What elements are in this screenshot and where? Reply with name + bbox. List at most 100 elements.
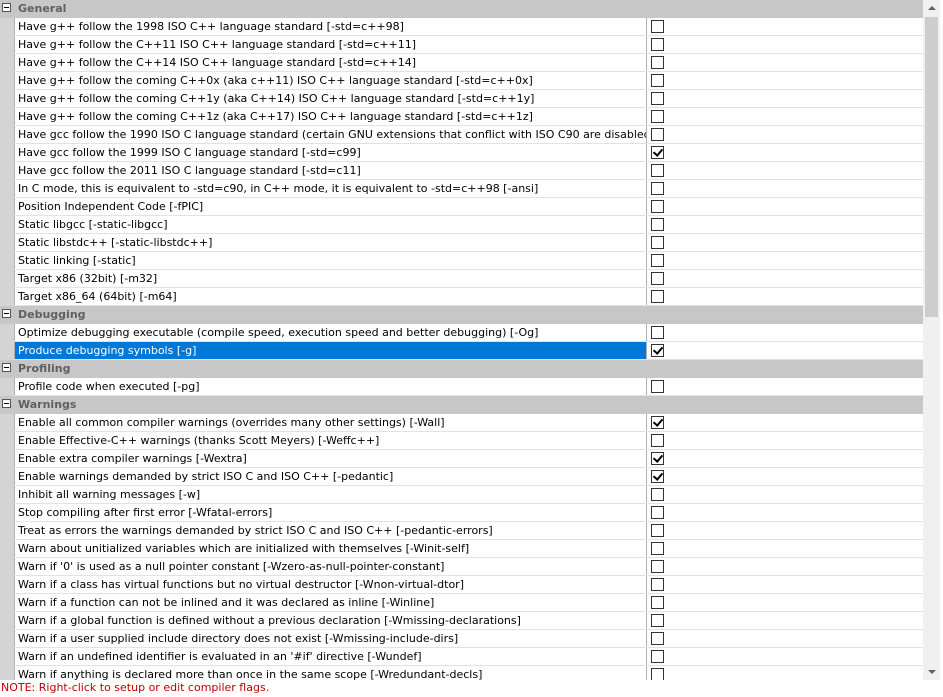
flag-row[interactable]: Warn about unitialized variables which a… — [0, 540, 923, 558]
collapse-minus-icon[interactable] — [2, 363, 11, 372]
flag-value-cell[interactable] — [646, 54, 923, 71]
flag-row[interactable]: Have g++ follow the coming C++1z (aka C+… — [0, 108, 923, 126]
flag-checkbox[interactable] — [651, 218, 664, 231]
flag-description[interactable]: Have g++ follow the coming C++1z (aka C+… — [14, 108, 646, 125]
flag-checkbox[interactable] — [651, 578, 664, 591]
flag-checkbox[interactable] — [651, 614, 664, 627]
flag-row[interactable]: Have g++ follow the C++11 ISO C++ langua… — [0, 36, 923, 54]
flag-value-cell[interactable] — [646, 666, 923, 680]
flag-value-cell[interactable] — [646, 126, 923, 143]
flag-value-cell[interactable] — [646, 270, 923, 287]
flag-value-cell[interactable] — [646, 90, 923, 107]
flag-checkbox[interactable] — [651, 506, 664, 519]
flag-value-cell[interactable] — [646, 450, 923, 467]
flag-checkbox[interactable] — [651, 74, 664, 87]
flag-description[interactable]: Produce debugging symbols [-g] — [14, 342, 646, 359]
flag-checkbox[interactable] — [651, 596, 664, 609]
flag-row[interactable]: Warn if a class has virtual functions bu… — [0, 576, 923, 594]
flag-description[interactable]: Static libstdc++ [-static-libstdc++] — [14, 234, 646, 251]
flag-row[interactable]: Stop compiling after first error [-Wfata… — [0, 504, 923, 522]
flag-row[interactable]: Profile code when executed [-pg] — [0, 378, 923, 396]
flag-value-cell[interactable] — [646, 576, 923, 593]
flag-value-cell[interactable] — [646, 432, 923, 449]
flag-row[interactable]: Static libgcc [-static-libgcc] — [0, 216, 923, 234]
flag-value-cell[interactable] — [646, 612, 923, 629]
flag-value-cell[interactable] — [646, 342, 923, 359]
flag-value-cell[interactable] — [646, 288, 923, 305]
flag-row[interactable]: Have gcc follow the 1990 ISO C language … — [0, 126, 923, 144]
flag-checkbox[interactable] — [651, 668, 664, 680]
flag-checkbox[interactable] — [651, 164, 664, 177]
flag-checkbox[interactable] — [651, 434, 664, 447]
flag-checkbox-checked[interactable] — [651, 146, 664, 159]
flag-value-cell[interactable] — [646, 72, 923, 89]
flag-value-cell[interactable] — [646, 594, 923, 611]
category-general[interactable]: General — [0, 0, 923, 18]
flag-checkbox-checked[interactable] — [651, 416, 664, 429]
flag-description[interactable]: Warn about unitialized variables which a… — [14, 540, 646, 557]
flag-value-cell[interactable] — [646, 324, 923, 341]
scroll-up-arrow-icon[interactable] — [923, 0, 940, 17]
flag-value-cell[interactable] — [646, 234, 923, 251]
flag-value-cell[interactable] — [646, 18, 923, 35]
flag-description[interactable]: Treat as errors the warnings demanded by… — [14, 522, 646, 539]
flag-checkbox[interactable] — [651, 200, 664, 213]
flag-value-cell[interactable] — [646, 648, 923, 665]
flag-checkbox[interactable] — [651, 272, 664, 285]
flag-checkbox[interactable] — [651, 236, 664, 249]
category-debugging[interactable]: Debugging — [0, 306, 923, 324]
flag-description[interactable]: Warn if anything is declared more than o… — [14, 666, 646, 680]
flag-row[interactable]: Optimize debugging executable (compile s… — [0, 324, 923, 342]
flag-value-cell[interactable] — [646, 414, 923, 431]
flag-checkbox[interactable] — [651, 560, 664, 573]
flag-value-cell[interactable] — [646, 486, 923, 503]
category-profiling[interactable]: Profiling — [0, 360, 923, 378]
flag-description[interactable]: Have gcc follow the 1999 ISO C language … — [14, 144, 646, 161]
flag-row[interactable]: Target x86 (32bit) [-m32] — [0, 270, 923, 288]
flag-description[interactable]: Profile code when executed [-pg] — [14, 378, 646, 395]
flag-value-cell[interactable] — [646, 630, 923, 647]
flag-value-cell[interactable] — [646, 144, 923, 161]
flag-description[interactable]: Have g++ follow the C++14 ISO C++ langua… — [14, 54, 646, 71]
flag-description[interactable]: Have g++ follow the 1998 ISO C++ languag… — [14, 18, 646, 35]
flag-checkbox[interactable] — [651, 380, 664, 393]
flag-row[interactable]: Enable Effective-C++ warnings (thanks Sc… — [0, 432, 923, 450]
flag-checkbox[interactable] — [651, 38, 664, 51]
flag-row[interactable]: Warn if '0' is used as a null pointer co… — [0, 558, 923, 576]
flag-description[interactable]: Optimize debugging executable (compile s… — [14, 324, 646, 341]
flag-value-cell[interactable] — [646, 216, 923, 233]
flag-row[interactable]: Inhibit all warning messages [-w] — [0, 486, 923, 504]
flag-value-cell[interactable] — [646, 180, 923, 197]
flag-checkbox[interactable] — [651, 488, 664, 501]
flag-row[interactable]: Have g++ follow the coming C++0x (aka c+… — [0, 72, 923, 90]
flag-value-cell[interactable] — [646, 504, 923, 521]
flag-description[interactable]: Static libgcc [-static-libgcc] — [14, 216, 646, 233]
flag-row[interactable]: Enable all common compiler warnings (ove… — [0, 414, 923, 432]
flag-checkbox[interactable] — [651, 110, 664, 123]
flag-row[interactable]: Have g++ follow the coming C++1y (aka C+… — [0, 90, 923, 108]
flag-description[interactable]: Warn if a function can not be inlined an… — [14, 594, 646, 611]
flag-description[interactable]: Enable warnings demanded by strict ISO C… — [14, 468, 646, 485]
flag-row[interactable]: Warn if anything is declared more than o… — [0, 666, 923, 680]
flag-description[interactable]: Target x86_64 (64bit) [-m64] — [14, 288, 646, 305]
flag-description[interactable]: Position Independent Code [-fPIC] — [14, 198, 646, 215]
flag-row[interactable]: Enable extra compiler warnings [-Wextra] — [0, 450, 923, 468]
flag-value-cell[interactable] — [646, 378, 923, 395]
flag-description[interactable]: Have g++ follow the coming C++0x (aka c+… — [14, 72, 646, 89]
flag-value-cell[interactable] — [646, 252, 923, 269]
flag-description[interactable]: Target x86 (32bit) [-m32] — [14, 270, 646, 287]
flag-row[interactable]: Warn if a function can not be inlined an… — [0, 594, 923, 612]
flag-row[interactable]: Have g++ follow the 1998 ISO C++ languag… — [0, 18, 923, 36]
flag-description[interactable]: Enable all common compiler warnings (ove… — [14, 414, 646, 431]
flag-description[interactable]: In C mode, this is equivalent to -std=c9… — [14, 180, 646, 197]
flag-value-cell[interactable] — [646, 198, 923, 215]
scroll-down-arrow-icon[interactable] — [923, 663, 940, 680]
flag-checkbox[interactable] — [651, 254, 664, 267]
flag-description[interactable]: Have g++ follow the C++11 ISO C++ langua… — [14, 36, 646, 53]
flag-checkbox-checked[interactable] — [651, 344, 664, 357]
flag-checkbox[interactable] — [651, 290, 664, 303]
flag-description[interactable]: Have g++ follow the coming C++1y (aka C+… — [14, 90, 646, 107]
flag-value-cell[interactable] — [646, 468, 923, 485]
flag-value-cell[interactable] — [646, 108, 923, 125]
flag-row[interactable]: Static linking [-static] — [0, 252, 923, 270]
